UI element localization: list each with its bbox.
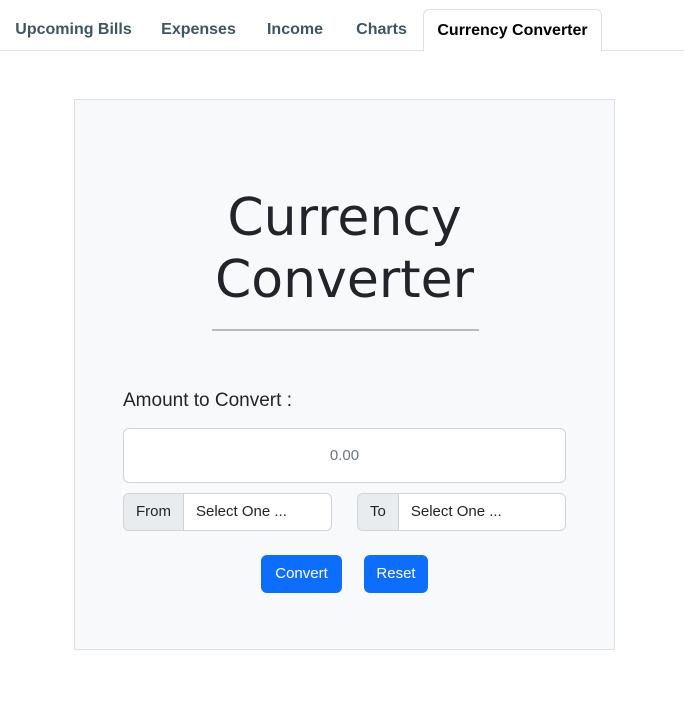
to-currency-group: To Select One ... xyxy=(357,493,566,531)
convert-button[interactable]: Convert xyxy=(261,555,342,593)
tab-upcoming-bills[interactable]: Upcoming Bills xyxy=(0,9,147,51)
to-label: To xyxy=(357,493,398,531)
from-currency-select[interactable]: Select One ... xyxy=(183,493,332,531)
converter-card: Currency Converter Amount to Convert : F… xyxy=(74,99,615,650)
tab-expenses[interactable]: Expenses xyxy=(147,9,250,51)
amount-label: Amount to Convert : xyxy=(123,390,292,411)
page-title-line2: Converter xyxy=(215,250,474,310)
tab-charts[interactable]: Charts xyxy=(340,9,423,51)
from-currency-group: From Select One ... xyxy=(123,493,332,531)
from-label: From xyxy=(123,493,183,531)
to-currency-select[interactable]: Select One ... xyxy=(397,493,566,531)
nav-tabs: Upcoming Bills Expenses Income Charts Cu… xyxy=(0,0,684,52)
page-title-line1: Currency xyxy=(227,188,462,248)
tab-currency-converter[interactable]: Currency Converter xyxy=(423,9,602,52)
title-divider xyxy=(212,329,479,331)
amount-input[interactable] xyxy=(123,428,566,483)
tab-income[interactable]: Income xyxy=(250,9,340,51)
reset-button[interactable]: Reset xyxy=(364,555,428,593)
